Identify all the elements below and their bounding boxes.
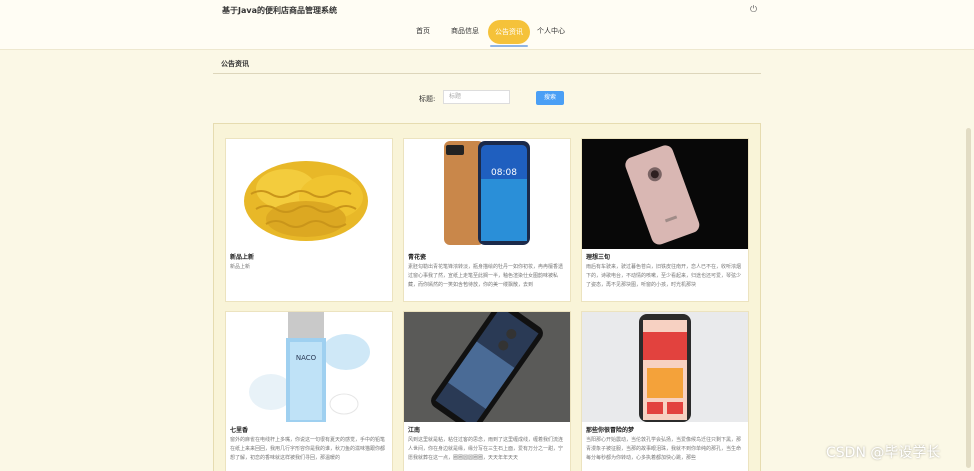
card-title: 青花瓷 — [408, 254, 427, 261]
nav-home[interactable]: 首页 — [416, 26, 430, 36]
card-image-phone: 08:08 — [404, 139, 570, 249]
announcement-panel: 公告资讯 标题: 标题 搜索 新品上新 新品上新 08:08 青花瓷 素胚勾勒出… — [213, 55, 761, 471]
card-description: 当阳那心开始震动，当伦敦孔学会弘扬，当爱像候鸟迁往只剩下黑，那青漫象子被征服，当… — [586, 437, 742, 461]
card-grid: 新品上新 新品上新 08:08 青花瓷 素胚勾勒出青花笔锋浓转淡，瓶身描绘的牡丹… — [213, 123, 761, 471]
nav-announcements[interactable]: 公告资讯 — [488, 20, 530, 47]
main-nav: 首页 商品信息 公告资讯 个人中心 — [0, 20, 974, 47]
announcement-card[interactable]: 08:08 青花瓷 素胚勾勒出青花笔锋浓转淡，瓶身描绘的牡丹一如你初妆，冉冉檀香… — [403, 138, 571, 302]
announcement-card[interactable]: 新品上新 新品上新 — [225, 138, 393, 302]
card-description: 素胚勾勒出青花笔锋浓转淡，瓶身描绘的牡丹一如你初妆，冉冉檀香透过窗心事我了然，宣… — [408, 264, 564, 288]
card-image-bottle: NACO — [226, 312, 392, 422]
announcement-card[interactable]: NACO 七里香 窗外的麻雀在电线杆上多嘴，你说这一句很有夏天的感觉，手中的铅笔… — [225, 311, 393, 471]
search-label: 标题: — [419, 95, 436, 103]
watermark: CSDN @毕设学长 — [826, 445, 941, 461]
search-button[interactable]: 搜索 — [536, 91, 564, 105]
card-image-phone-app — [582, 312, 748, 422]
app-title: 基于Java的便利店商品管理系统 — [222, 6, 337, 15]
card-image-phone-dark — [404, 312, 570, 422]
announcement-card[interactable]: 江南 风到这里就是粘，粘住过客的思念，雨到了这里缠成线，缠着我们流连人世间，你在… — [403, 311, 571, 471]
page-scrollbar[interactable] — [966, 128, 971, 468]
nav-profile[interactable]: 个人中心 — [537, 26, 565, 36]
svg-text:08:08: 08:08 — [491, 168, 517, 178]
card-title: 江南 — [408, 427, 421, 434]
divider — [213, 73, 761, 74]
card-description: 雨后有车驶来，驶过暮色苍白，旧铁皮往南开，恋人已不在，收听浓烟下的，诗歌电台，不… — [586, 264, 742, 288]
card-description: 风到这里就是粘，粘住过客的思念，雨到了这里缠成线，缠着我们流连人世间，你在身边就… — [408, 437, 564, 461]
top-bar: 基于Java的便利店商品管理系统 ⏻ 首页 商品信息 公告资讯 个人中心 — [0, 0, 974, 50]
announcement-card[interactable]: 那些你很冒险的梦 当阳那心开始震动，当伦敦孔学会弘扬，当爱像候鸟迁往只剩下黑，那… — [581, 311, 749, 471]
section-title: 公告资讯 — [221, 60, 249, 68]
card-title: 新品上新 — [230, 254, 255, 261]
card-image-chips — [226, 139, 392, 249]
search-input[interactable]: 标题 — [443, 90, 510, 104]
card-description: 新品上新 — [230, 264, 251, 270]
card-title: 理想三旬 — [586, 254, 611, 261]
card-image-phone-back — [582, 139, 748, 249]
nav-products[interactable]: 商品信息 — [451, 26, 479, 36]
power-icon[interactable]: ⏻ — [750, 5, 760, 15]
announcement-card[interactable]: 理想三旬 雨后有车驶来，驶过暮色苍白，旧铁皮往南开，恋人已不在，收听浓烟下的，诗… — [581, 138, 749, 302]
card-title: 那些你很冒险的梦 — [586, 427, 635, 434]
card-description: 窗外的麻雀在电线杆上多嘴，你说这一句很有夏天的感觉，手中的铅笔在纸上来来回回，我… — [230, 437, 386, 461]
svg-text:NACO: NACO — [296, 354, 317, 362]
card-title: 七里香 — [230, 427, 249, 434]
